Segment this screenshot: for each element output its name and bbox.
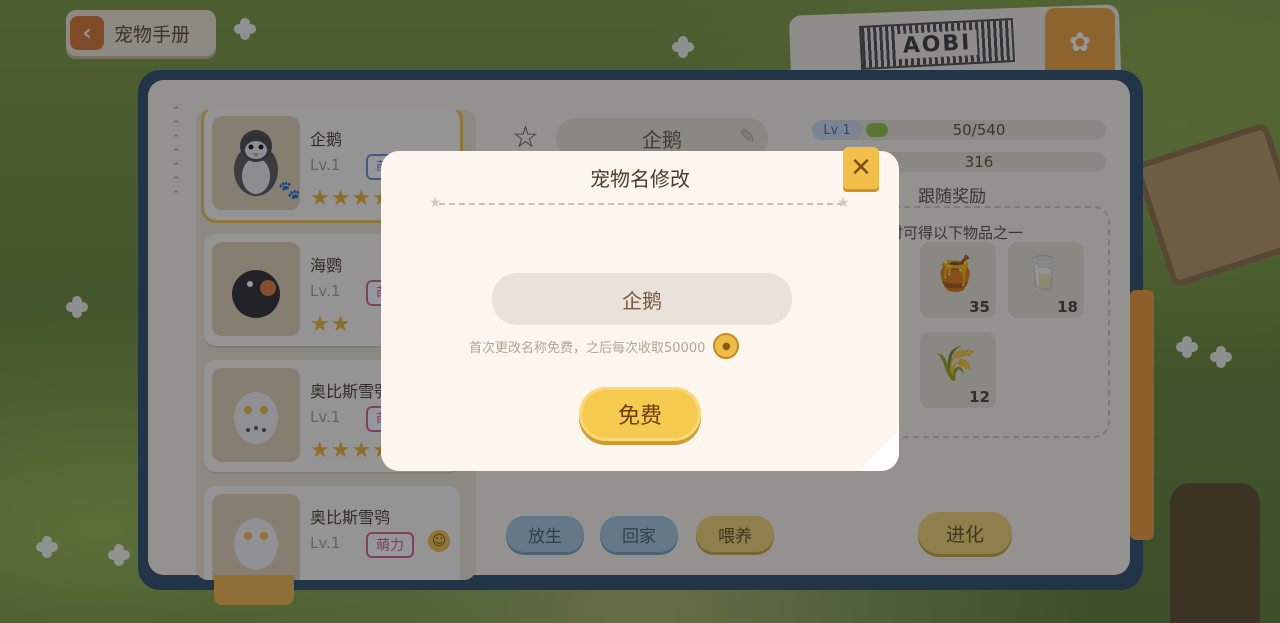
rename-dialog: 宠物名修改 ★ ★ ✕ 首次更改名称免费，之后每次收取50000 ● 免费 <box>381 147 899 471</box>
pet-name-input[interactable] <box>492 273 792 325</box>
dialog-title: 宠物名修改 <box>590 167 690 191</box>
hint-text: 首次更改名称免费，之后每次收取50000 <box>469 340 706 356</box>
rename-cost-hint: 首次更改名称免费，之后每次收取50000 ● <box>469 333 740 359</box>
close-icon: ✕ <box>850 153 872 183</box>
close-button[interactable]: ✕ <box>843 147 879 189</box>
star-decoration-icon: ★ <box>837 195 850 211</box>
page-curl-decoration <box>857 431 899 471</box>
coin-icon: ● <box>713 333 740 359</box>
free-confirm-button[interactable]: 免费 <box>579 387 701 441</box>
dotted-divider <box>439 203 843 205</box>
